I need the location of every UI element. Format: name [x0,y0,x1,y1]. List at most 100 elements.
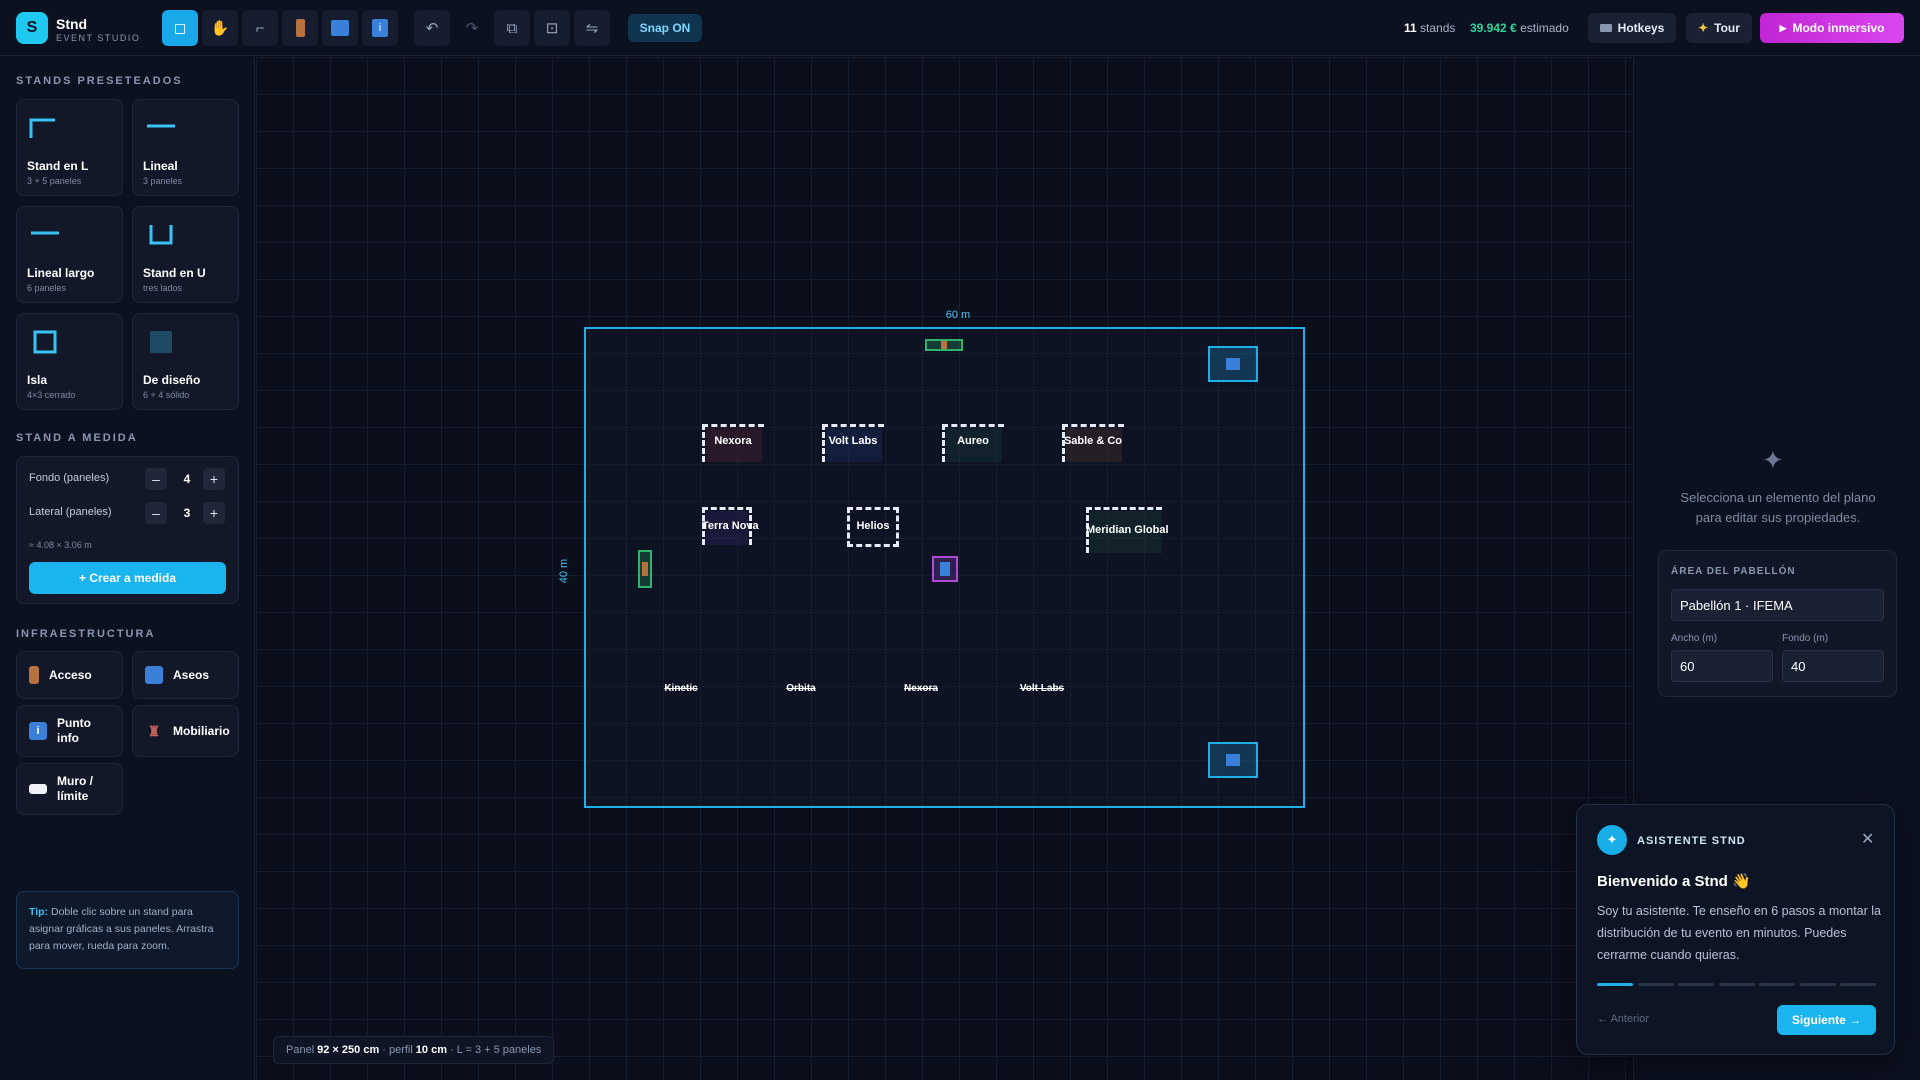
panel-info-bar: Panel 92 × 250 cm · perfil 10 cm · L = 3 + 5… [273,1036,555,1064]
infra-muro[interactable]: Muro / límite [16,763,123,815]
access-door-left[interactable] [638,550,652,588]
lateral-decrement-button[interactable]: – [145,502,167,524]
chair-icon: ♜ [147,722,161,739]
restroom-bottom-right[interactable] [1208,742,1258,778]
undo-icon: ↶ [425,20,439,37]
app-logo: S [16,12,48,44]
u-shape-icon [149,225,173,245]
play-icon: ▶ [1779,22,1787,33]
stand-wall [822,424,884,427]
corner-tool-button[interactable]: ⌐ [242,10,278,46]
pavilion-name-input[interactable]: Pabellón 1 · IFEMA [1671,589,1884,621]
info-icon [940,562,950,576]
create-custom-button[interactable]: + Crear a medida [29,562,226,594]
undo-button[interactable]: ↶ [414,10,450,46]
tip-box: Tip: Doble clic sobre un stand para asig… [16,891,239,969]
infra-acceso[interactable]: Acceso [16,651,123,699]
floor-plan-canvas[interactable]: 60 m 40 m Nexora Volt Labs Aureo Sable &… [256,57,1632,1080]
door-icon [295,19,305,37]
depth-input[interactable]: 40 [1782,650,1884,682]
restroom-icon [1226,358,1240,370]
stand-volt-labs[interactable]: Volt Labs [822,424,884,462]
area-title: ÁREA DEL PABELLÓN [1671,566,1796,577]
info-tool-button[interactable]: i [362,10,398,46]
sparkle-icon: ✦ [1762,445,1784,475]
preset-de-diseno[interactable]: De diseño 6 + 4 sólido [132,313,239,410]
depth-label: Fondo (m) [1782,633,1829,644]
infra-mobiliario[interactable]: ♜ Mobiliario [132,705,239,757]
stand-wall [847,507,899,510]
progress-step [1759,983,1795,986]
restroom-top-right[interactable] [1208,346,1258,382]
immersive-mode-button[interactable]: ▶ Modo inmersivo [1760,13,1904,43]
duplicate-button[interactable]: ⧉ [494,10,530,46]
redo-button[interactable]: ↷ [454,10,490,46]
width-label: Ancho (m) [1671,633,1718,644]
select-icon: ◻ [173,20,187,37]
width-input[interactable]: 60 [1671,650,1773,682]
l-shape-icon [29,118,55,138]
assistant-dialog: ✦ ASISTENTE STND ✕ Bienvenido a Stnd 👋 S… [1576,804,1895,1055]
stand-wall [847,544,899,547]
progress-step [1718,983,1755,986]
stand-nexora[interactable]: Nexora [702,424,764,462]
long-line-icon [31,231,59,235]
custom-dimensions: ≈ 4.08 × 3.06 m [29,540,92,550]
stand-sable-co[interactable]: Sable & Co [1062,424,1124,462]
next-button[interactable]: Siguiente → [1777,1005,1876,1035]
close-icon[interactable]: ✕ [1861,829,1874,849]
fondo-label: Fondo (paneles) [29,472,110,484]
door-tool-button[interactable] [282,10,318,46]
fondo-decrement-button[interactable]: – [145,468,167,490]
preset-lineal[interactable]: Lineal 3 paneles [132,99,239,196]
infra-punto-info[interactable]: i Punto info [16,705,123,757]
app-name: Stnd [56,16,88,32]
progress-step [1799,983,1836,986]
properties-placeholder: Selecciona un elemento del plano para ed… [1680,490,1876,525]
pan-tool-button[interactable]: ✋ [202,10,238,46]
stand-terra-nova[interactable]: Terra Nova [702,507,759,545]
tour-button[interactable]: ✦ Tour [1686,13,1752,43]
stand-wall [942,424,1004,427]
presets-title: STANDS PRESETEADOS [16,75,183,87]
center-icon: ⊡ [545,20,559,37]
fondo-value: 4 [183,472,191,486]
stand-wall [1062,424,1124,427]
hand-icon: ✋ [210,20,230,37]
line-stand-volt-labs[interactable]: Volt Labs [1012,683,1072,697]
top-bar: S Stnd EVENT STUDIO ◻ ✋ ⌐ i ↶ ↷ ⧉ ⊡ ⇋ Sn… [0,0,1920,56]
keyboard-icon [1599,24,1612,32]
door-icon [29,666,39,684]
solid-square-icon [150,331,172,353]
corner-icon: ⌐ [255,19,265,37]
hotkeys-button[interactable]: Hotkeys [1588,13,1676,43]
access-door-top[interactable] [925,339,963,351]
preset-lineal-largo[interactable]: Lineal largo 6 paneles [16,206,123,303]
select-tool-button[interactable]: ◻ [162,10,198,46]
swap-icon: ⇋ [585,20,599,37]
line-stand-orbita[interactable]: Orbita [776,683,826,697]
fondo-increment-button[interactable]: + [203,468,225,490]
door-icon [941,341,947,349]
custom-stand-box: Fondo (paneles) – 4 + Lateral (paneles) … [16,456,239,604]
estimated-cost: 39.942 € estimado [1470,21,1569,35]
line-stand-nexora[interactable]: Nexora [896,683,946,697]
progress-step [1840,983,1876,986]
line-stand-kinetic[interactable]: Kinetic [656,683,706,697]
center-button[interactable]: ⊡ [534,10,570,46]
snap-toggle[interactable]: Snap ON [628,14,702,42]
info-point[interactable] [932,556,958,582]
swap-button[interactable]: ⇋ [574,10,610,46]
preset-stand-u[interactable]: Stand en U tres lados [132,206,239,303]
stand-aureo[interactable]: Aureo [942,424,1004,462]
infra-aseos[interactable]: Aseos [132,651,239,699]
lateral-label: Lateral (paneles) [29,506,112,518]
previous-button[interactable]: ← Anterior [1597,1013,1649,1025]
preset-stand-l[interactable]: Stand en L 3 + 5 paneles [16,99,123,196]
stand-helios[interactable]: Helios [847,507,899,547]
restroom-tool-button[interactable] [322,10,358,46]
stand-meridian-global[interactable]: Meridian Global [1086,507,1169,553]
lateral-increment-button[interactable]: + [203,502,225,524]
restroom-icon [1226,754,1240,766]
preset-isla[interactable]: Isla 4×3 cerrado [16,313,123,410]
